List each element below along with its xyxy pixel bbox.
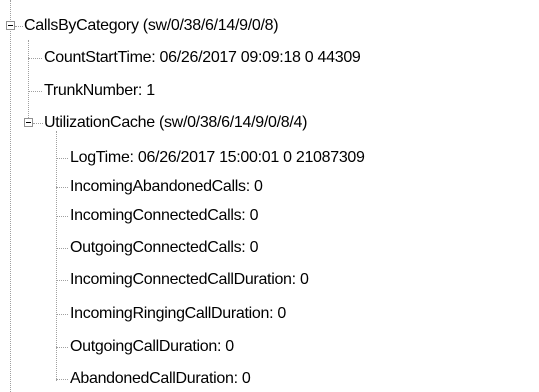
tree-leaf-incoming-ringing-call-duration[interactable]: IncomingRingingCallDuration: 0	[70, 304, 286, 324]
tree-connector-h	[28, 91, 42, 92]
tree-node-trunk-number[interactable]: TrunkNumber: 1	[44, 81, 155, 101]
tree-leaf-incoming-connected-calls[interactable]: IncomingConnectedCalls: 0	[70, 206, 258, 226]
tree-connector-h	[56, 187, 68, 188]
tree-connector-h	[33, 123, 43, 124]
tree-connector-h	[56, 347, 68, 348]
tree-leaf-incoming-connected-call-duration[interactable]: IncomingConnectedCallDuration: 0	[70, 270, 309, 290]
tree-leaf-outgoing-connected-calls[interactable]: OutgoingConnectedCalls: 0	[70, 238, 258, 258]
tree-connector-root	[28, 40, 29, 124]
tree-view: CallsByCategory (sw/0/38/6/14/9/0/8) Cou…	[0, 0, 539, 392]
tree-node-count-start-time[interactable]: CountStartTime: 06/26/2017 09:09:18 0 44…	[44, 48, 361, 68]
tree-connector-h	[56, 379, 68, 380]
tree-connector-cache	[56, 131, 57, 381]
tree-connector-h	[56, 248, 68, 249]
tree-connector-h	[56, 158, 68, 159]
tree-connector-h	[15, 26, 23, 27]
tree-connector-h	[56, 216, 68, 217]
collapse-toggle-icon[interactable]	[6, 21, 15, 30]
tree-connector-h	[56, 314, 68, 315]
tree-connector-outer	[10, 0, 11, 392]
tree-leaf-log-time[interactable]: LogTime: 06/26/2017 15:00:01 0 21087309	[70, 148, 365, 168]
tree-connector-h	[28, 58, 42, 59]
tree-leaf-abandoned-call-duration[interactable]: AbandonedCallDuration: 0	[70, 369, 251, 389]
tree-node-calls-by-category[interactable]: CallsByCategory (sw/0/38/6/14/9/0/8)	[24, 16, 279, 36]
tree-leaf-incoming-abandoned-calls[interactable]: IncomingAbandonedCalls: 0	[70, 177, 263, 197]
collapse-toggle-icon[interactable]	[24, 118, 33, 127]
tree-leaf-outgoing-call-duration[interactable]: OutgoingCallDuration: 0	[70, 337, 234, 357]
tree-connector-h	[56, 280, 68, 281]
tree-node-utilization-cache[interactable]: UtilizationCache (sw/0/38/6/14/9/0/8/4)	[44, 113, 307, 133]
